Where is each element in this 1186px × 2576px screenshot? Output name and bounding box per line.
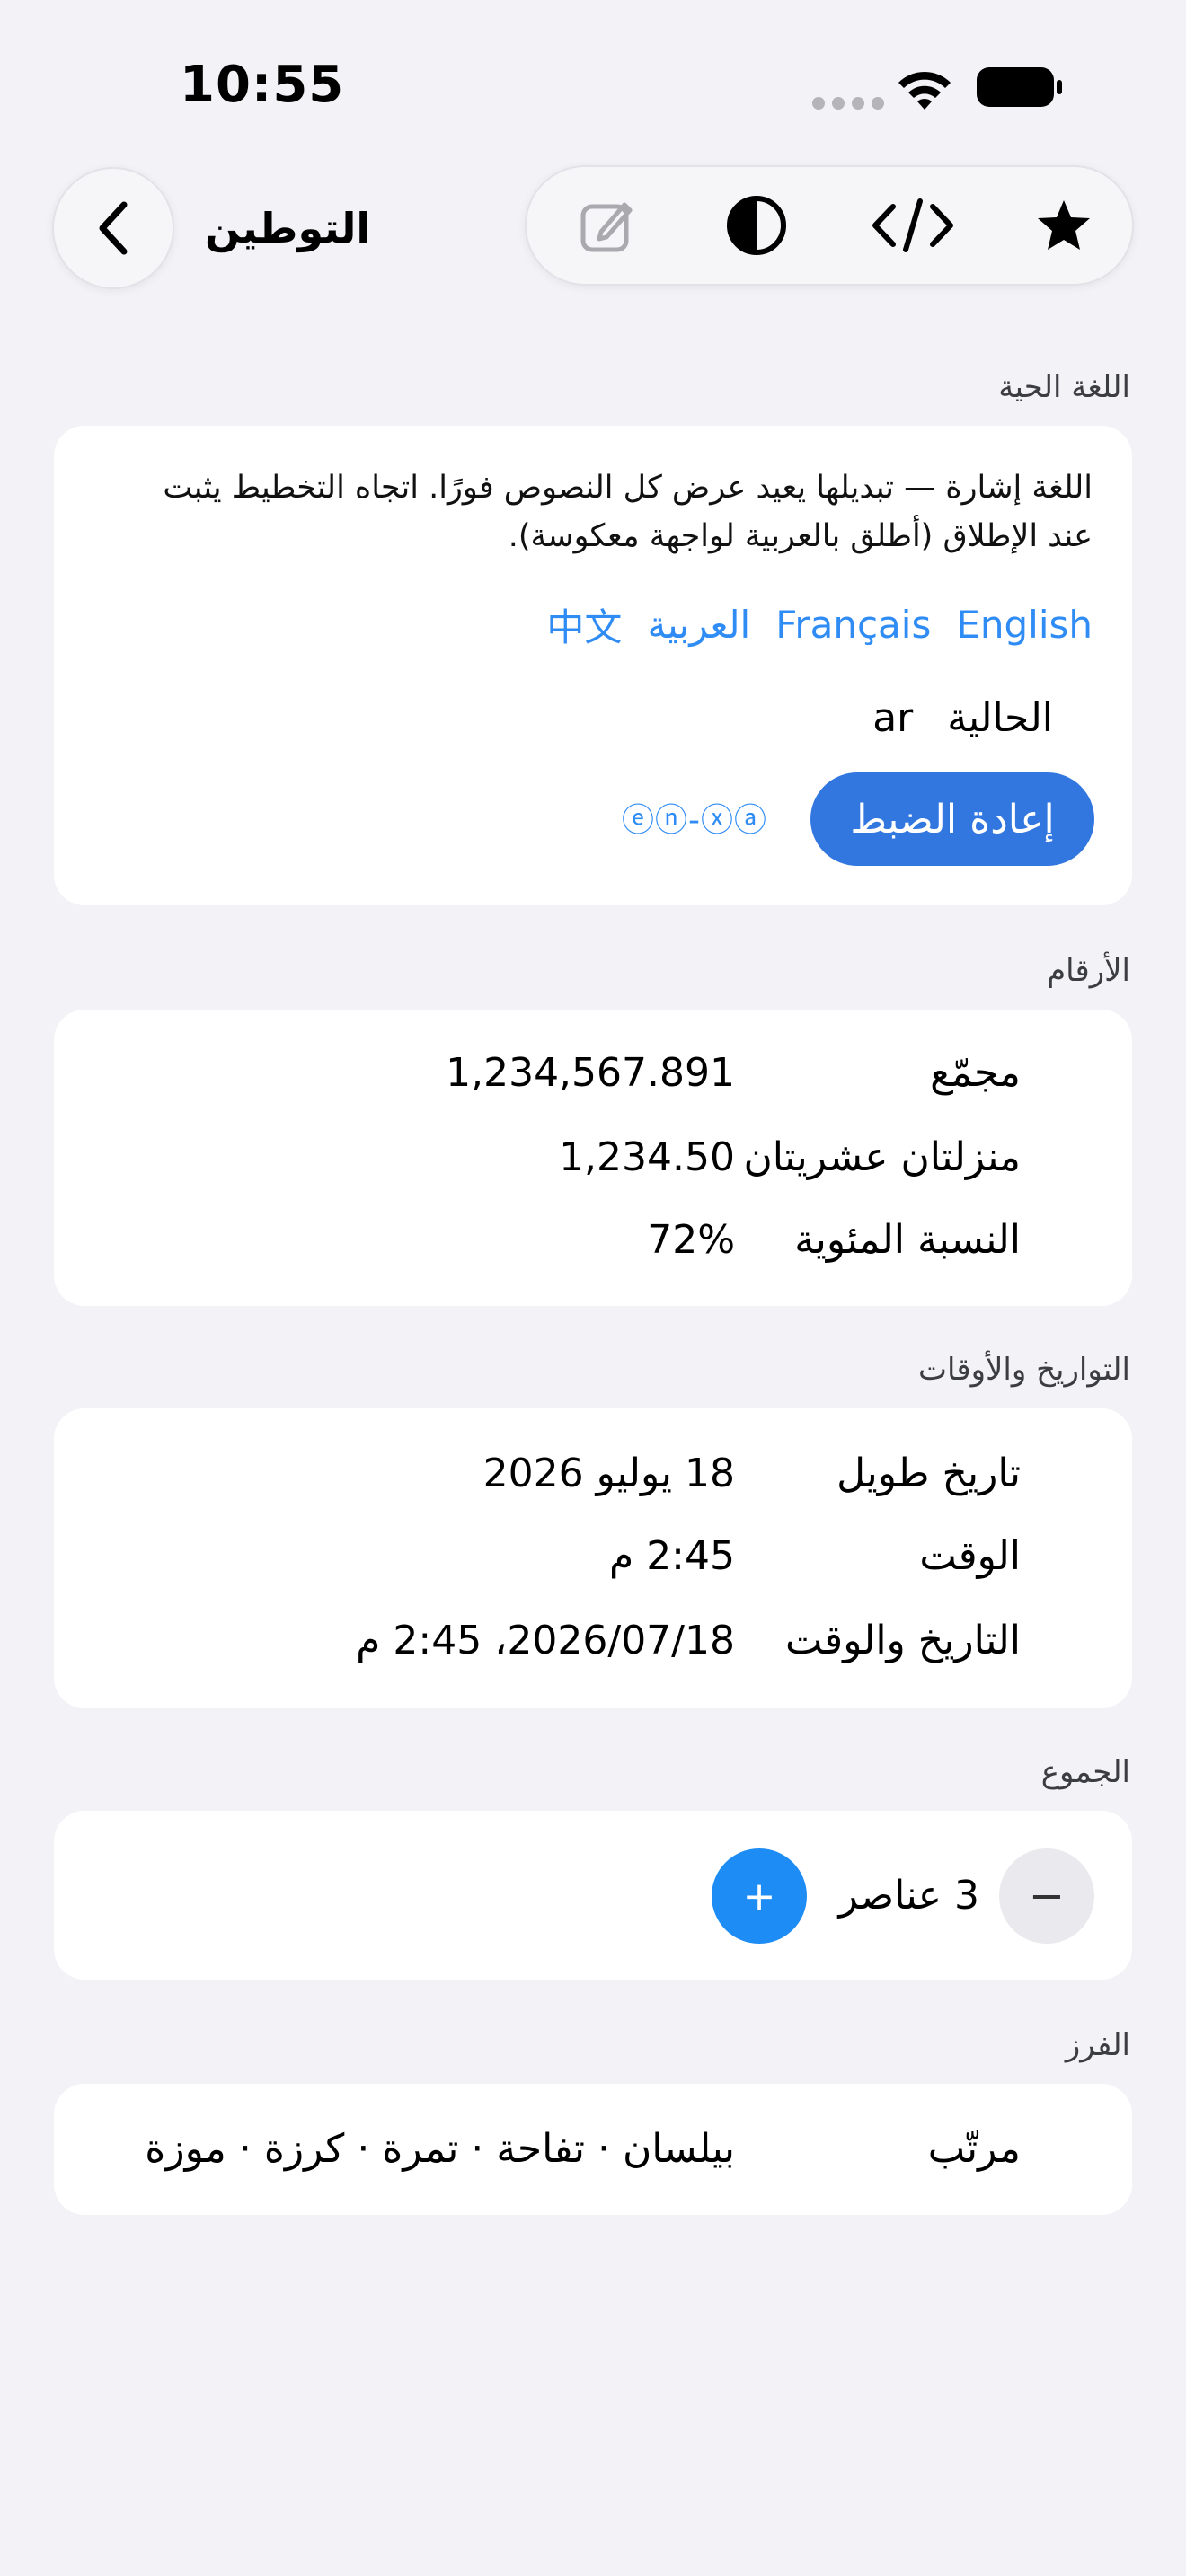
toolbar [525,165,1134,286]
appearance-toggle-button[interactable] [703,167,810,284]
code-icon [872,198,953,252]
increment-button[interactable]: + [712,1848,807,1944]
row-label: منزلتان عشريتان [743,1134,1021,1180]
dates-row-long-date: تاريخ طويل 18 يوليو 2026 [54,1442,1132,1505]
cellular-signal-icon [812,97,884,110]
edit-icon [580,202,633,252]
row-label: التاريخ والوقت [784,1618,1021,1663]
wifi-icon [898,71,951,110]
numbers-card: مجمّع 1,234,567.891 منزلتان عشريتان 1,23… [54,1010,1132,1306]
favorite-button[interactable] [1010,167,1118,284]
row-value: 18 يوليو 2026 [482,1451,735,1496]
language-option-english[interactable]: English [956,603,1093,647]
row-value: 2026/07/18، 2:45 م [356,1618,735,1663]
section-header-dates: التواريخ والأوقات [917,1352,1130,1388]
dates-row-time: الوقت 2:45 م [54,1525,1132,1588]
section-header-sorting: الفرز [1065,2027,1130,2063]
current-locale-value: ar [872,694,914,741]
live-language-card: اللغة إشارة — تبديلها يعيد عرض كل النصوص… [54,426,1132,905]
row-value: 72% [647,1217,735,1263]
row-value: بيلسان · تفاحة · تمرة · كرزة · موزة [145,2126,735,2172]
pseudo-locale-button[interactable]: ⓔⓝ-ⓧⓐ [622,799,767,842]
star-icon [1038,200,1090,250]
page-title: التوطين [205,204,371,252]
current-locale-row: الحالية ar [872,686,1053,749]
dates-row-date-time: التاريخ والوقت 2026/07/18، 2:45 م [54,1610,1132,1672]
item-count-label: 3 عناصر [838,1873,979,1919]
row-value: 2:45 م [608,1533,735,1579]
numbers-row-grouped: مجمّع 1,234,567.891 [54,1042,1132,1105]
back-button[interactable] [52,167,174,289]
row-label: مرتّب [927,2126,1021,2172]
code-button[interactable] [859,167,967,284]
row-label: الوقت [919,1533,1021,1579]
edit-button[interactable] [553,167,661,284]
language-option-arabic[interactable]: العربية [647,603,750,647]
sorting-card: مرتّب بيلسان · تفاحة · تمرة · كرزة · موز… [54,2084,1132,2215]
language-option-french[interactable]: Français [775,603,931,647]
dates-card: تاريخ طويل 18 يوليو 2026 الوقت 2:45 م ال… [54,1408,1132,1708]
status-bar: 10:55 [0,0,1186,171]
decrement-button[interactable]: − [999,1848,1094,1944]
language-option-chinese[interactable]: 中文 [546,597,622,652]
row-value: 1,234,567.891 [446,1050,735,1096]
row-label: مجمّع [930,1050,1021,1096]
status-time: 10:55 [180,56,345,114]
current-locale-label: الحالية [947,694,1053,741]
row-label: تاريخ طويل [836,1451,1021,1496]
reset-button[interactable]: إعادة الضبط [810,772,1094,866]
numbers-row-percent: النسبة المئوية 72% [54,1209,1132,1272]
language-picker: English Français العربية 中文 [546,593,1093,656]
numbers-row-two-decimals: منزلتان عشريتان 1,234.50 [54,1126,1132,1189]
section-header-live-language: اللغة الحية [998,369,1130,405]
battery-icon [977,67,1062,107]
row-value: 1,234.50 [559,1134,735,1180]
contrast-icon [727,196,786,255]
live-language-description: اللغة إشارة — تبديلها يعيد عرض كل النصوص… [163,470,1093,554]
sorting-row: مرتّب بيلسان · تفاحة · تمرة · كرزة · موز… [54,2118,1132,2181]
chevron-left-icon [99,201,128,255]
row-label: النسبة المئوية [794,1217,1021,1263]
section-header-plural: الجموع [1040,1754,1130,1790]
section-header-numbers: الأرقام [1047,953,1130,989]
plural-card: − 3 عناصر + [54,1811,1132,1980]
